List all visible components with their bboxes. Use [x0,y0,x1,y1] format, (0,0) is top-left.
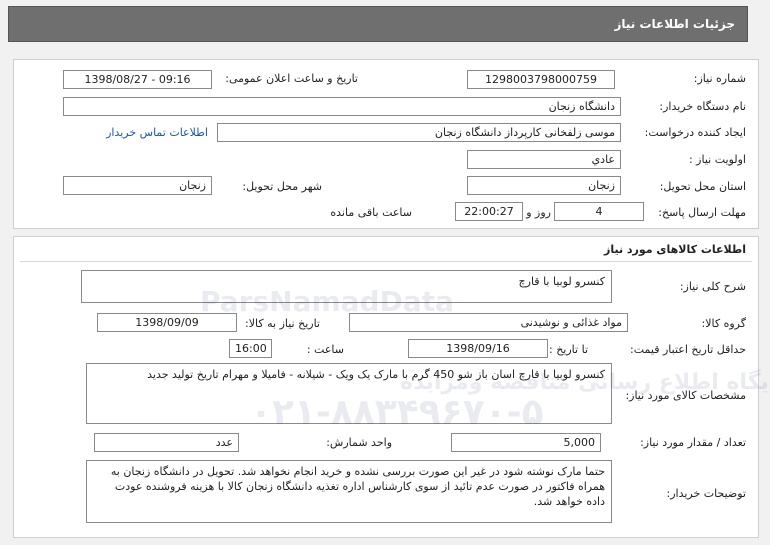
unit-field[interactable]: عدد [94,433,239,452]
need-number-label: شماره نیاز: [693,72,746,85]
days-and-label: روز و [526,206,551,219]
section-divider [20,261,752,262]
remaining-time-label: ساعت باقی مانده [330,206,412,219]
validity-time-field[interactable]: 16:00 [229,339,272,358]
specs-field[interactable]: کنسرو لوبیا با قارچ اسان باز شو 450 گرم … [86,363,612,424]
buyer-notes-field[interactable]: حتما مارک نوشته شود در غیر این صورت بررس… [86,460,612,523]
buyer-org-field[interactable]: دانشگاه زنجان [63,97,621,116]
priority-label: اولویت نیاز : [688,153,746,166]
goods-group-field[interactable]: مواد غذائی و نوشیدنی [349,313,628,332]
price-validity-label: حداقل تاریخ اعتبار قیمت: [630,343,746,356]
goods-group-label: گروه کالا: [701,317,746,330]
buyer-org-label: نام دستگاه خریدار: [659,100,746,113]
summary-label: شرح کلی نیاز: [679,280,746,293]
buyer-contact-link[interactable]: اطلاعات تماس خریدار [106,126,208,139]
city-field[interactable]: زنجان [63,176,212,195]
page-title: جزئیات اطلاعات نیاز [614,17,735,31]
city-label: شهر محل تحویل: [242,180,322,193]
unit-label: واحد شمارش: [326,436,392,449]
goods-section-title: اطلاعات کالاهای مورد نیاز [604,243,746,256]
page-header: جزئیات اطلاعات نیاز [8,6,748,42]
province-label: استان محل تحویل: [659,180,746,193]
province-field[interactable]: زنجان [467,176,621,195]
buyer-notes-label: توضیحات خریدار: [666,487,747,500]
need-info-panel: شماره نیاز: 1298003798000759 تاریخ و ساع… [13,59,759,229]
validity-date-field[interactable]: 1398/09/16 [408,339,548,358]
specs-label: مشخصات کالای مورد نیاز: [625,389,746,402]
creator-field[interactable]: موسی زلفخانی کارپرداز دانشگاه زنجان [217,123,621,142]
quantity-label: تعداد / مقدار مورد نیاز: [640,436,746,449]
creator-label: ایجاد کننده درخواست: [644,126,746,139]
need-date-field[interactable]: 1398/09/09 [97,313,237,332]
goods-panel: اطلاعات کالاهای مورد نیاز شرح کلی نیاز: … [13,236,759,538]
deadline-label: مهلت ارسال پاسخ: [658,206,746,219]
validity-time-label: ساعت : [306,343,344,356]
until-date-label: تا تاریخ : [549,343,588,356]
priority-field[interactable]: عادي [467,150,621,169]
need-date-label: تاریخ نیاز به کالا: [245,317,320,330]
announce-datetime-field[interactable]: 1398/08/27 - 09:16 [63,70,212,89]
quantity-field[interactable]: 5,000 [451,433,601,452]
deadline-days-field[interactable]: 4 [554,202,644,221]
announce-datetime-label: تاریخ و ساعت اعلان عمومی: [225,72,358,85]
deadline-time-field[interactable]: 22:00:27 [455,202,523,221]
need-number-field[interactable]: 1298003798000759 [467,70,615,89]
summary-field[interactable]: کنسرو لوبیا با قارچ [81,270,612,303]
